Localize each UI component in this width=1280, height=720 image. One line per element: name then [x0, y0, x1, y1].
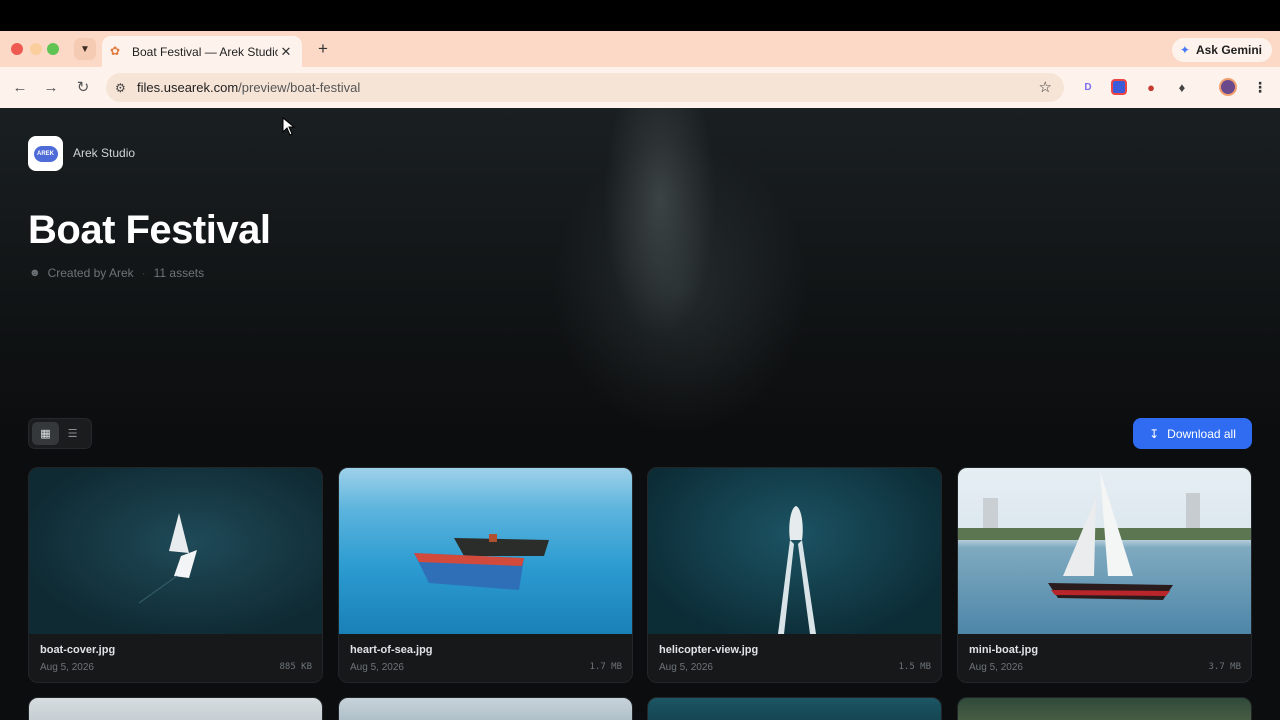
- meta-separator: ·: [141, 266, 146, 280]
- reload-icon[interactable]: ↻: [73, 77, 93, 97]
- extension-icon[interactable]: [1111, 79, 1127, 95]
- asset-size: 1.7 MB: [589, 662, 622, 672]
- ask-gemini-button[interactable]: ✦ Ask Gemini: [1171, 38, 1272, 62]
- asset-card[interactable]: mini-boat.jpg Aug 5, 2026 3.7 MB: [957, 467, 1252, 683]
- asset-size: 1.5 MB: [898, 662, 931, 672]
- gemini-icon: ✦: [1179, 43, 1190, 57]
- asset-thumbnail: [958, 468, 1251, 634]
- browser-toolbar: ← → ↻ ⚙ files.usearek.com/preview/boat-f…: [0, 67, 1280, 108]
- extension-icon[interactable]: D: [1080, 79, 1096, 95]
- site-info-icon[interactable]: ⚙: [115, 81, 137, 95]
- asset-card[interactable]: boat-cover.jpg Aug 5, 2026 885 KB: [28, 467, 323, 683]
- grid-view-icon[interactable]: ▦: [32, 422, 59, 445]
- asset-date: Aug 5, 2026: [40, 662, 94, 673]
- favicon-icon: ✿: [110, 44, 121, 58]
- maximize-window-button[interactable]: [47, 43, 59, 55]
- extension-icon[interactable]: ♦: [1174, 79, 1190, 95]
- collection-meta: ☻ Created by Arek · 11 assets: [29, 266, 204, 280]
- asset-name: helicopter-view.jpg: [659, 644, 759, 656]
- rowboats-image: [414, 534, 549, 590]
- view-toggle: ▦ ☰: [28, 418, 92, 449]
- asset-size: 3.7 MB: [1208, 662, 1241, 672]
- download-icon: ↧: [1149, 426, 1160, 441]
- minimize-window-button[interactable]: [30, 43, 42, 55]
- asset-thumbnail: [648, 468, 941, 634]
- url-text: files.usearek.com/preview/boat-festival: [137, 80, 360, 95]
- studio-logo[interactable]: AREK: [28, 136, 63, 171]
- asset-card-partial[interactable]: [957, 697, 1252, 720]
- asset-date: Aug 5, 2026: [969, 662, 1023, 673]
- download-all-label: Download all: [1167, 426, 1236, 441]
- browser-tab[interactable]: ✿ Boat Festival — Arek Studio ✕: [102, 36, 302, 67]
- asset-card-partial[interactable]: [647, 697, 942, 720]
- page-title: Boat Festival: [28, 208, 271, 252]
- extension-icon[interactable]: ●: [1143, 79, 1159, 95]
- mouse-cursor-icon: [282, 117, 296, 136]
- os-top-bar: [0, 0, 1280, 31]
- menu-icon[interactable]: ⋮: [1252, 79, 1268, 95]
- asset-card[interactable]: heart-of-sea.jpg Aug 5, 2026 1.7 MB: [338, 467, 633, 683]
- asset-card-partial[interactable]: [28, 697, 323, 720]
- close-icon[interactable]: ✕: [278, 44, 294, 60]
- asset-name: boat-cover.jpg: [40, 644, 116, 656]
- asset-date: Aug 5, 2026: [350, 662, 404, 673]
- user-icon: ☻: [29, 267, 41, 279]
- tab-title: Boat Festival — Arek Studio: [132, 44, 278, 59]
- asset-size: 885 KB: [279, 662, 312, 672]
- asset-thumbnail: [339, 468, 632, 634]
- browser-tabstrip: ▼ ✿ Boat Festival — Arek Studio ✕ + ✦ As…: [0, 31, 1280, 67]
- download-all-button[interactable]: ↧ Download all: [1133, 418, 1252, 449]
- asset-name: heart-of-sea.jpg: [350, 644, 433, 656]
- asset-count: 11 assets: [153, 266, 205, 280]
- url-path: /preview/boat-festival: [238, 80, 361, 95]
- asset-card-partial[interactable]: [338, 697, 633, 720]
- url-host: files.usearek.com: [137, 80, 239, 95]
- created-by: Created by Arek: [47, 266, 134, 280]
- asset-thumbnail: [29, 468, 322, 634]
- asset-card[interactable]: helicopter-view.jpg Aug 5, 2026 1.5 MB: [647, 467, 942, 683]
- studio-name: Arek Studio: [73, 146, 136, 160]
- ask-gemini-label: Ask Gemini: [1195, 43, 1262, 57]
- mini-boat-image: [958, 471, 1251, 600]
- plus-icon[interactable]: +: [312, 38, 334, 60]
- page-content: AREK Arek Studio Boat Festival ☻ Created…: [0, 108, 1280, 720]
- forward-icon[interactable]: →: [41, 77, 61, 97]
- asset-date: Aug 5, 2026: [659, 662, 713, 673]
- close-window-button[interactable]: [11, 43, 23, 55]
- speedboat-image: [778, 506, 816, 634]
- asset-name: mini-boat.jpg: [969, 644, 1039, 656]
- list-view-icon[interactable]: ☰: [59, 422, 86, 445]
- profile-icon[interactable]: [1219, 78, 1237, 96]
- sailboat-image: [138, 513, 197, 604]
- back-icon[interactable]: ←: [10, 77, 30, 97]
- logo-mark: AREK: [33, 145, 58, 162]
- address-bar[interactable]: ⚙ files.usearek.com/preview/boat-festiva…: [106, 73, 1064, 102]
- star-icon[interactable]: ☆: [1039, 78, 1052, 96]
- tabs-menu-icon[interactable]: ▼: [74, 38, 96, 60]
